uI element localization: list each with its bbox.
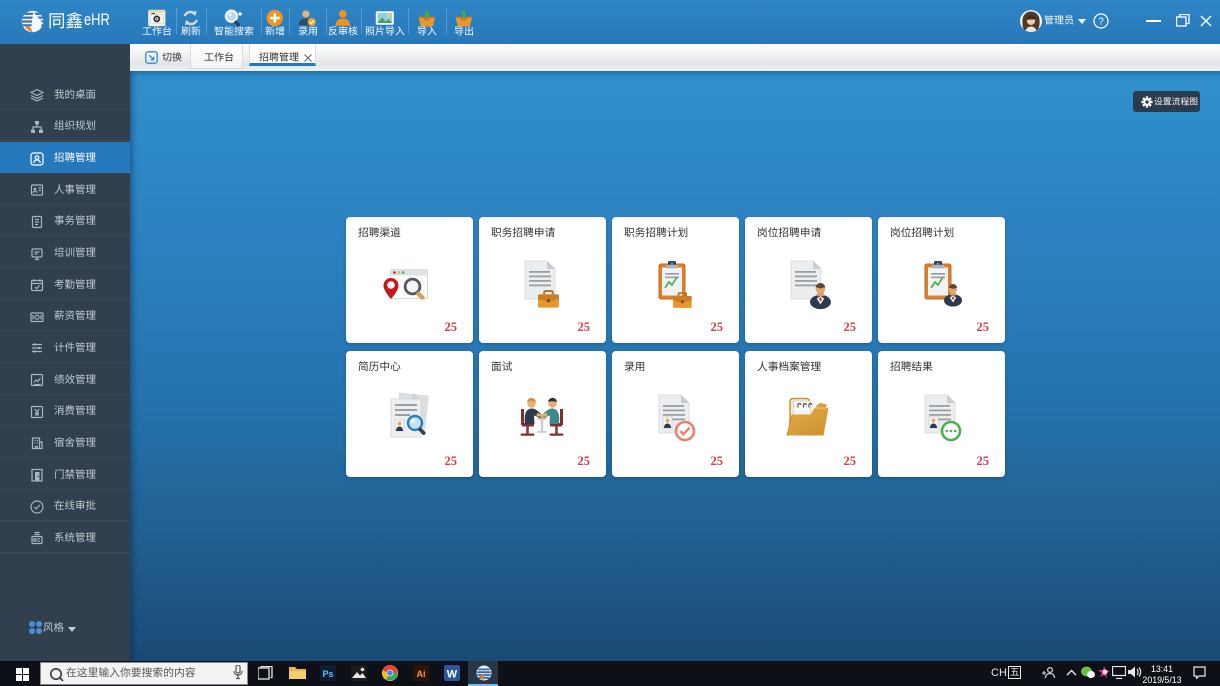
svg-text:Ai: Ai	[417, 669, 426, 679]
svg-text:?: ?	[1098, 17, 1104, 28]
svg-text:Ps: Ps	[322, 669, 333, 679]
svg-text:W: W	[447, 669, 458, 681]
